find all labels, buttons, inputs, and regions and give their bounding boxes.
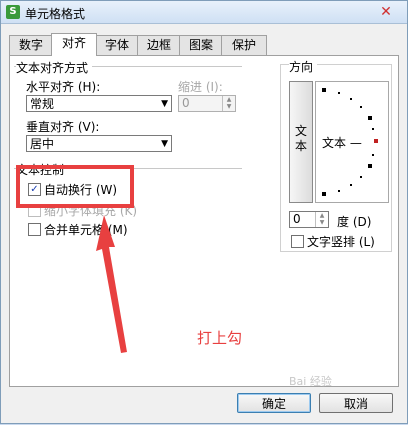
vertical-text-checkbox-label: 文字竖排 (L) [307,235,375,249]
spreadsheet-app-icon: S [6,5,20,19]
tab-font[interactable]: 字体 [95,35,139,55]
annotation-text: 打上勾 [197,329,243,347]
indent-value: 0 [182,96,190,110]
degrees-label: 度 (D) [337,215,372,229]
spin-arrows-icon: ▲ ▼ [222,96,235,111]
horizontal-align-label: 水平对齐 (H): [26,80,101,94]
tab-alignment[interactable]: 对齐 [51,33,97,56]
annotation-highlight-box [16,165,134,208]
vertical-align-select[interactable]: 居中 ▼ [26,135,172,152]
dropdown-arrow-icon: ▼ [161,139,168,149]
close-icon[interactable]: ✕ [375,3,397,21]
horizontal-align-select[interactable]: 常规 ▼ [26,95,172,112]
vertical-align-label: 垂直对齐 (V): [26,120,100,134]
vertical-align-value: 居中 [30,137,55,151]
watermark: Bai 经验 [289,375,332,388]
merge-cells-checkbox[interactable] [28,223,41,236]
tab-protection[interactable]: 保护 [221,35,267,55]
title-bar: S 单元格格式 ✕ [1,1,407,24]
window-title: 单元格格式 [25,7,86,21]
orientation-dial[interactable]: 文本 — [315,81,389,203]
orientation-group: 方向 文本 文本 — 0 ▲ ▼ 度 (D) 文字竖排 (L) [280,58,392,252]
merge-cells-label: 合并单元格 (M) [44,223,128,237]
vertical-text-label: 文本 [294,124,307,153]
indent-label: 缩进 (I): [178,80,223,94]
cancel-button[interactable]: 取消 [319,393,393,413]
orientation-dial-text: 文本 — [322,136,362,150]
spin-arrows-icon: ▲ ▼ [315,212,328,227]
vertical-text-button[interactable]: 文本 [289,81,313,203]
format-cells-dialog: S 单元格格式 ✕ 数字 对齐 字体 边框 图案 保护 文本对齐方式 水平对齐 … [0,0,408,424]
vertical-text-checkbox[interactable] [291,235,304,248]
alignment-section-title: 文本对齐方式 [16,59,93,76]
dropdown-arrow-icon: ▼ [161,99,168,109]
ok-button[interactable]: 确定 [237,393,311,413]
tab-number[interactable]: 数字 [9,35,53,55]
degrees-value: 0 [293,212,301,226]
horizontal-align-value: 常规 [30,97,55,111]
degrees-stepper[interactable]: 0 ▲ ▼ [289,211,329,228]
indent-stepper[interactable]: 0 ▲ ▼ [178,95,236,112]
tab-border[interactable]: 边框 [137,35,181,55]
tab-patterns[interactable]: 图案 [179,35,223,55]
orientation-section-title: 方向 [289,58,318,75]
